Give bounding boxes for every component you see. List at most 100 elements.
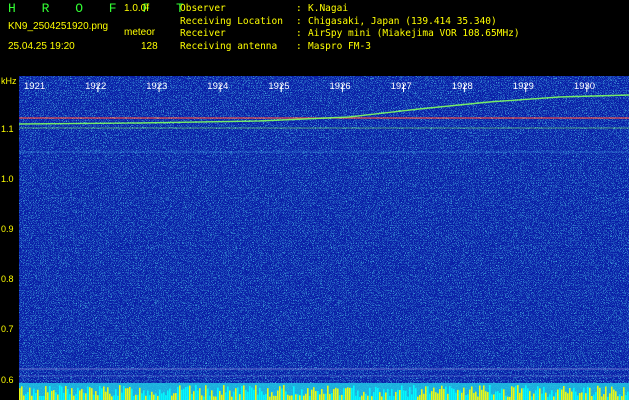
- noise-bar: [627, 391, 629, 400]
- noise-bar: [177, 386, 179, 400]
- noise-bar: [239, 394, 241, 400]
- noise-bar: [179, 385, 181, 400]
- noise-bar: [595, 392, 597, 400]
- noise-bar: [447, 393, 449, 400]
- noise-bar: [479, 385, 481, 400]
- noise-bar: [243, 385, 245, 400]
- noise-bar: [133, 395, 135, 400]
- noise-bar: [427, 386, 429, 400]
- noise-bar: [469, 389, 471, 400]
- y-tick-label: 1.0: [1, 174, 14, 184]
- noise-bar: [181, 389, 183, 400]
- app-version: 1.0.0f: [124, 3, 150, 14]
- noise-bar: [291, 395, 293, 400]
- noise-bar: [499, 392, 501, 400]
- noise-bar: [493, 394, 495, 400]
- noise-bar: [53, 390, 55, 400]
- noise-bar: [497, 391, 499, 400]
- noise-bar: [361, 395, 363, 400]
- noise-bar: [449, 386, 451, 400]
- noise-bar: [363, 391, 365, 400]
- noise-bar: [393, 396, 395, 400]
- time-tick-label: 1924: [207, 81, 229, 92]
- noise-bar: [233, 391, 235, 400]
- header-panel: H R O F F T 1.0.0f KN9_2504251920.png me…: [0, 0, 629, 76]
- noise-bar: [375, 386, 377, 400]
- noise-bar: [317, 391, 319, 400]
- info-row-antenna: Receiving antenna: Maspro FM-3: [180, 41, 520, 54]
- noise-bar: [369, 387, 371, 400]
- noise-bar: [429, 393, 431, 400]
- noise-bar: [165, 395, 167, 400]
- noise-bar: [463, 387, 465, 400]
- noise-bar: [593, 394, 595, 400]
- noise-bar: [131, 388, 133, 400]
- noise-bar: [201, 395, 203, 400]
- noise-bar: [295, 394, 297, 400]
- noise-bar: [439, 388, 441, 400]
- noise-bar: [471, 386, 473, 400]
- noise-bar: [21, 386, 23, 400]
- noise-bar: [571, 391, 573, 400]
- noise-bar: [191, 394, 193, 400]
- noise-bar: [187, 386, 189, 400]
- noise-bar: [95, 391, 97, 400]
- noise-bar: [507, 396, 509, 400]
- noise-bar: [67, 389, 69, 400]
- noise-bar: [229, 390, 231, 400]
- noise-bar: [395, 392, 397, 400]
- noise-bar: [83, 392, 85, 400]
- noise-bar: [103, 386, 105, 400]
- noise-bar: [501, 388, 503, 400]
- noise-bar: [91, 388, 93, 400]
- time-tick-label: 1926: [329, 81, 351, 92]
- noise-bar: [207, 388, 209, 400]
- noise-bar: [321, 388, 323, 400]
- noise-bar: [513, 387, 515, 400]
- noise-bar: [603, 394, 605, 400]
- noise-bar: [433, 387, 435, 400]
- noise-bar: [251, 387, 253, 400]
- info-colon: :: [296, 15, 302, 27]
- noise-bar: [41, 395, 43, 400]
- noise-bar: [249, 385, 251, 400]
- fft-size: 128: [141, 41, 158, 52]
- noise-bar: [371, 396, 373, 400]
- noise-bar: [617, 396, 619, 400]
- noise-bar: [119, 385, 121, 400]
- noise-bar: [215, 396, 217, 400]
- noise-bar: [485, 391, 487, 400]
- noise-bar: [531, 396, 533, 400]
- noise-bar: [173, 393, 175, 400]
- time-tick-label: 1927: [390, 81, 412, 92]
- noise-bar: [241, 385, 243, 400]
- noise-bar: [337, 388, 339, 400]
- noise-bar: [307, 388, 309, 400]
- station-info: Observer: K.Nagai Receiving Location: Chig…: [180, 3, 520, 53]
- noise-bar: [545, 392, 547, 400]
- noise-bar: [385, 392, 387, 400]
- noise-bar: [293, 386, 295, 400]
- noise-layer: [19, 76, 629, 400]
- noise-bar: [567, 393, 569, 400]
- noise-bar: [581, 392, 583, 400]
- noise-bar: [169, 388, 171, 400]
- noise-bar: [81, 388, 83, 400]
- noise-bar: [445, 386, 447, 400]
- time-tick-label: 1925: [268, 81, 290, 92]
- noise-bar: [565, 391, 567, 400]
- noise-bar: [483, 385, 485, 400]
- noise-bar: [123, 385, 125, 400]
- noise-bar: [335, 387, 337, 400]
- noise-bar: [553, 396, 555, 400]
- noise-bar: [313, 387, 315, 400]
- noise-bar: [195, 385, 197, 400]
- noise-bar: [409, 387, 411, 400]
- noise-bar: [343, 388, 345, 400]
- noise-bar: [477, 396, 479, 400]
- noise-bar: [569, 388, 571, 400]
- noise-bar: [587, 386, 589, 400]
- noise-bar: [523, 388, 525, 400]
- noise-bar: [323, 393, 325, 400]
- noise-bar: [517, 385, 519, 400]
